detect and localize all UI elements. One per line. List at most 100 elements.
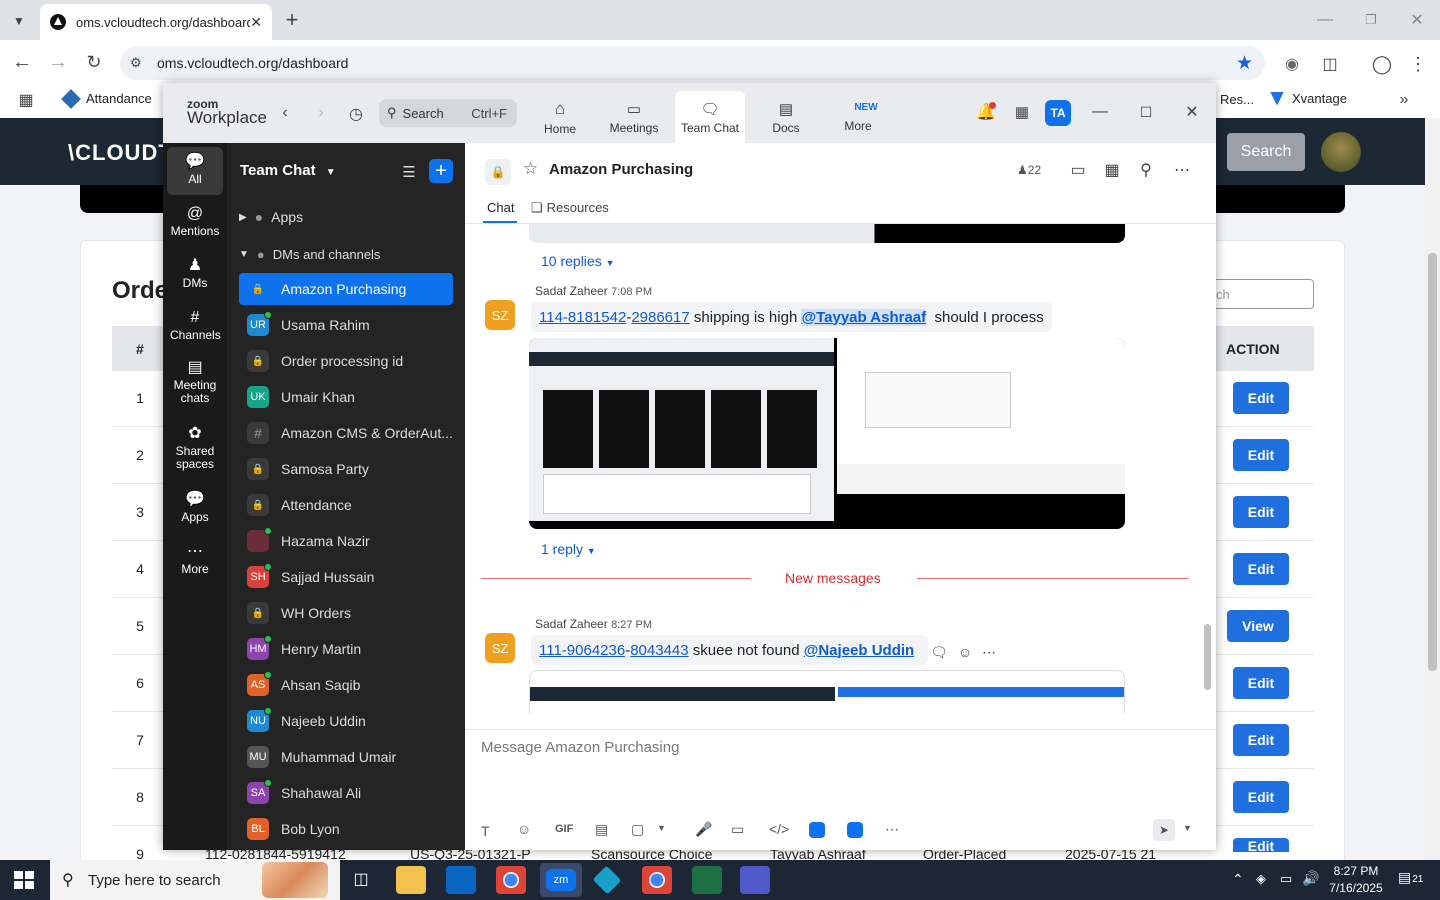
order-link-a[interactable]: 111-9064236 — [539, 642, 625, 659]
screenshot-attachment-1[interactable] — [529, 338, 1125, 529]
chevron-down-icon[interactable]: ▼ — [657, 823, 666, 833]
order-link-b[interactable]: 8043443 — [630, 642, 688, 659]
tab-more[interactable]: NEW More — [823, 91, 893, 143]
microphone-icon[interactable]: 🎤 — [695, 821, 712, 838]
rail-all[interactable]: 💬 All — [165, 154, 225, 186]
tab-home[interactable]: ⌂ Home — [525, 91, 595, 143]
sidebar-item[interactable]: AS Ahsan Saqib — [239, 669, 453, 701]
translate-icon[interactable]: ◉ — [1280, 52, 1304, 76]
zoom-minimize-icon[interactable]: — — [1089, 101, 1111, 123]
back-icon[interactable]: ← — [10, 50, 34, 74]
forward-icon[interactable]: → — [46, 50, 70, 74]
gif-button[interactable]: GIF — [555, 823, 573, 835]
composer-more-icon[interactable]: ⋯ — [885, 821, 899, 838]
rail-channels[interactable]: # Channels — [165, 310, 225, 342]
add-reaction-icon[interactable]: ☺ — [955, 643, 975, 661]
channel-search-icon[interactable]: ⚲ — [1135, 159, 1157, 181]
zoom-back-icon[interactable]: ‹ — [275, 103, 295, 123]
task-view-icon[interactable]: ◫ — [346, 866, 376, 894]
sidebar-title[interactable]: Team Chat ▼ — [240, 162, 336, 179]
order-link-a[interactable]: 114-8181542 — [539, 309, 626, 326]
video-call-icon[interactable]: ▭ — [1067, 159, 1089, 181]
page-scrollbar-thumb[interactable] — [1428, 253, 1437, 671]
screenshot-attachment-2[interactable] — [529, 670, 1125, 713]
sidebar-item[interactable]: UK Umair Khan — [239, 381, 453, 413]
apps-grid-icon[interactable]: ▦ — [16, 90, 36, 110]
send-options-chevron-icon[interactable]: ▼ — [1183, 823, 1192, 833]
close-tab-icon[interactable]: ✕ — [250, 14, 262, 31]
rail-more[interactable]: ⋯ More — [165, 544, 225, 576]
edit-button[interactable]: Edit — [1233, 553, 1289, 585]
sidebar-item[interactable]: MU Muhammad Umair — [239, 741, 453, 773]
chat-scrollbar-thumb[interactable] — [1204, 624, 1211, 690]
edit-button[interactable]: Edit — [1233, 382, 1289, 414]
sidebar-item[interactable]: SH Sajjad Hussain — [239, 561, 453, 593]
message-input[interactable]: Message Amazon Purchasing — [481, 739, 1201, 809]
channel-more-icon[interactable]: ⋯ — [1171, 159, 1193, 181]
new-tab-icon[interactable]: + — [280, 7, 304, 32]
sidebar-item[interactable]: 🔒 Amazon Purchasing — [239, 273, 453, 305]
code-snippet-icon[interactable]: </> — [769, 821, 789, 837]
sidebar-item[interactable]: UR Usama Rahim — [239, 309, 453, 341]
chrome-profile-icon[interactable] — [642, 866, 672, 894]
rail-apps[interactable]: 💬 Apps — [165, 492, 225, 524]
tab-team-chat[interactable]: 🗨 Team Chat — [675, 91, 745, 143]
apps-section[interactable]: ▶ ● Apps — [239, 209, 303, 225]
sidebar-item[interactable]: 🔒 Samosa Party — [239, 453, 453, 485]
message-bubble-1[interactable]: 114-8181542-2986617 shipping is high @Ta… — [531, 302, 1052, 332]
browser-menu-icon[interactable]: ⋮ — [1406, 52, 1430, 76]
site-info-icon[interactable]: ⚙ — [130, 55, 142, 71]
bookmark-res[interactable]: Res... — [1220, 92, 1254, 107]
extensions-icon[interactable]: ◫ — [1318, 52, 1342, 76]
zoom-taskbar-icon[interactable]: zm — [540, 863, 582, 897]
site-search-input[interactable]: ch — [1211, 279, 1314, 309]
replies-link-1[interactable]: 10 replies ▼ — [541, 253, 615, 269]
edit-button[interactable]: Edit — [1233, 439, 1289, 471]
edit-button[interactable]: Edit — [1233, 838, 1289, 854]
tray-app-icon[interactable]: ◈ — [1256, 871, 1266, 887]
rail-shared-spaces[interactable]: ✿ Shared spaces — [165, 426, 225, 471]
rail-meeting-chats[interactable]: ▤ Meeting chats — [165, 360, 225, 405]
message-bubble-2[interactable]: 111-9064236-8043443 skuee not found @Naj… — [531, 635, 929, 665]
file-explorer-icon[interactable] — [396, 866, 426, 894]
zoom-close-icon[interactable]: ✕ — [1181, 101, 1203, 123]
sidebar-item[interactable]: # Amazon CMS & OrderAut... — [239, 417, 453, 449]
more-bookmarks-icon[interactable]: » — [1394, 90, 1414, 110]
sender-avatar[interactable]: SZ — [485, 300, 515, 330]
message-more-icon[interactable]: ⋯ — [979, 643, 999, 661]
browser-tab[interactable]: oms.vcloudtech.org/dashboard ✕ — [40, 4, 272, 40]
screenshot-icon[interactable]: ▢ — [631, 821, 644, 838]
notification-center-icon[interactable]: ▤21 — [1398, 869, 1423, 886]
edit-button[interactable]: Edit — [1233, 724, 1289, 756]
previous-screenshot-attachment[interactable] — [529, 224, 1125, 243]
new-chat-button[interactable]: + — [429, 159, 453, 183]
sender-avatar[interactable]: SZ — [485, 633, 515, 663]
replies-link-2[interactable]: 1 reply ▼ — [541, 541, 596, 557]
close-window-icon[interactable]: ✕ — [1404, 8, 1430, 32]
clock[interactable]: 8:27 PM 7/16/2025 — [1325, 863, 1387, 897]
rail-mentions[interactable]: @ Mentions — [165, 206, 225, 238]
reply-icon[interactable]: 🗨 — [929, 643, 949, 661]
sidebar-item[interactable]: 🔒 WH Orders — [239, 597, 453, 629]
app-icon-2[interactable] — [847, 822, 863, 838]
site-search-button[interactable]: Search — [1227, 133, 1305, 171]
tab-chat[interactable]: Chat — [487, 200, 514, 215]
zoom-search-box[interactable]: ⚲ Search Ctrl+F — [379, 99, 517, 127]
bookmark-star-icon[interactable]: ★ — [1236, 52, 1253, 75]
teams-icon[interactable] — [740, 866, 770, 894]
outlook-icon[interactable] — [446, 866, 476, 894]
star-icon[interactable]: ☆ — [523, 159, 538, 179]
mention-najeeb[interactable]: @Najeeb Uddin — [804, 642, 914, 659]
start-button[interactable] — [14, 871, 34, 889]
reload-icon[interactable]: ↻ — [82, 50, 106, 74]
network-icon[interactable]: ▭ — [1280, 871, 1292, 887]
video-message-icon[interactable]: ▭ — [731, 821, 744, 838]
sidebar-item[interactable]: BL Bob Lyon — [239, 813, 453, 845]
order-link-b[interactable]: 2986617 — [631, 309, 689, 326]
tab-docs[interactable]: ▤ Docs — [751, 91, 821, 143]
page-scrollbar[interactable] — [1425, 118, 1440, 860]
user-avatar[interactable] — [1321, 132, 1361, 172]
bookmark-xvantage[interactable]: Xvantage — [1270, 91, 1347, 106]
profile-icon[interactable]: ◯ — [1370, 52, 1394, 76]
tab-list-icon[interactable]: ▼ — [8, 10, 30, 32]
